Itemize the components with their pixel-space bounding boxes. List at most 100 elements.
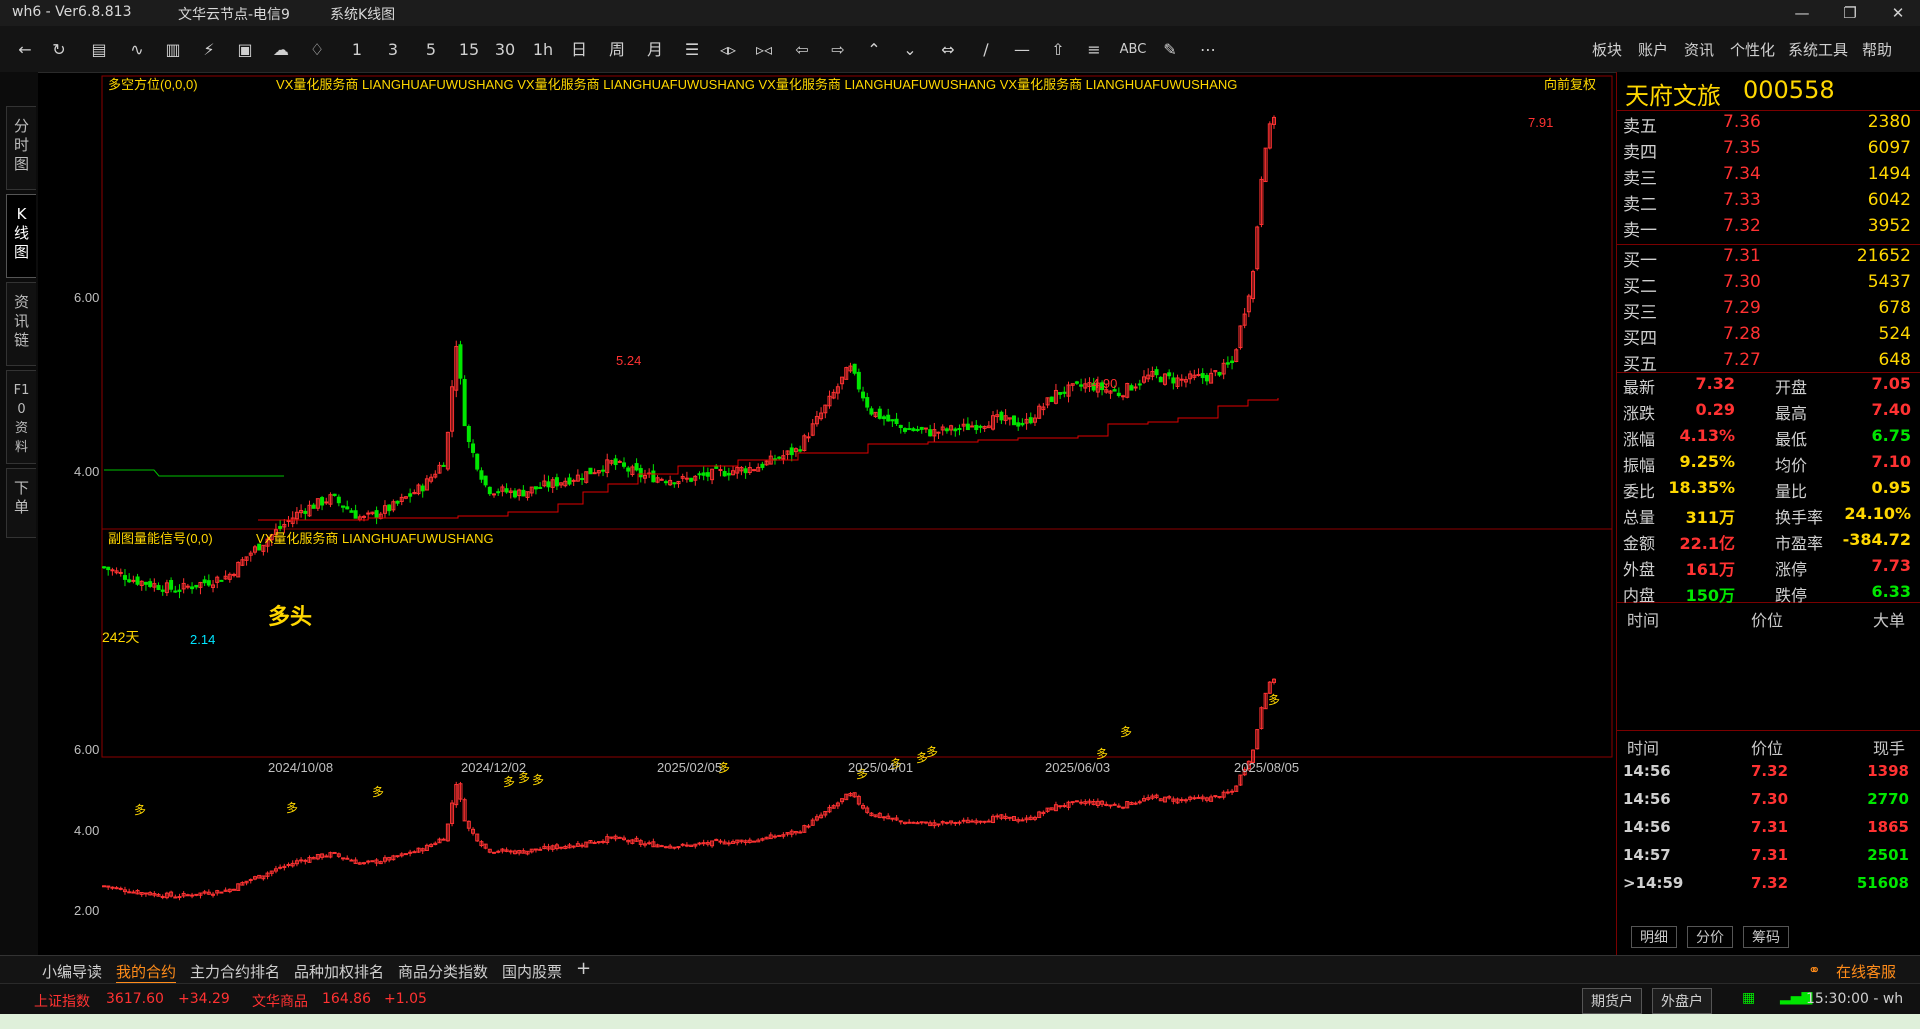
period-day[interactable]: 日 [566,38,592,62]
close-icon[interactable]: ✕ [1880,2,1916,24]
subtab-chips[interactable]: 筹码 [1743,926,1789,948]
sub-candle-body [160,896,165,899]
tab-main-ranking[interactable]: 主力合约排名 [190,961,280,982]
home-icon[interactable]: ⇧ [1046,38,1070,62]
zoom-out-icon[interactable]: ▹◃ [752,38,776,62]
arrow-down-icon[interactable]: ⌄ [898,38,922,62]
menu-system-tools[interactable]: 系统工具 [1788,39,1848,60]
period-30[interactable]: 30 [490,38,520,62]
text-tool-icon[interactable]: ≡ [1082,38,1106,62]
menu-news[interactable]: 资讯 [1684,39,1714,60]
screen-icon[interactable]: ▣ [232,38,258,62]
main-indicator-label[interactable]: 多空方位(0,0,0) [108,77,198,92]
period-3[interactable]: 3 [382,38,404,62]
cloud-icon[interactable]: ☁ [268,38,294,62]
period-1h[interactable]: 1h [528,38,558,62]
candle-body [760,463,765,468]
crosshair-icon[interactable]: ⇔ [934,38,962,62]
arrow-left-icon[interactable]: ⇦ [790,38,814,62]
tab-kline[interactable]: K线图 [6,194,36,278]
candle-body [882,416,886,420]
main-ytick-600: 6.00 [74,290,99,305]
period-5[interactable]: 5 [420,38,442,62]
tab-my-contracts[interactable]: 我的合约 [116,961,177,984]
ask-price[interactable]: 7.34 [1723,164,1761,184]
ask-price[interactable]: 7.32 [1723,216,1761,236]
foreign-account-button[interactable]: 外盘户 [1652,988,1712,1014]
sub-indicator-label[interactable]: 副图量能信号(0,0) [108,531,213,546]
period-1[interactable]: 1 [346,38,368,62]
candle-body [1171,377,1176,384]
more-icon[interactable]: ⋯ [1196,38,1220,62]
candle-body [127,579,132,583]
kline-chart[interactable]: 多多多多多多多多多多多多多多 多空方位(0,0,0) VX量化服务商 LIANG… [38,72,1616,960]
candle-body [953,428,958,432]
sub-candle-body [957,821,962,824]
headset-icon[interactable]: ⚭ [1808,961,1821,979]
tab-order[interactable]: 下单 [6,468,36,538]
bid-price[interactable]: 7.29 [1723,298,1761,318]
adjust-label[interactable]: 向前复权 [1544,77,1596,92]
candle-body [915,428,920,432]
draw-line-icon[interactable]: ∕ [974,38,998,62]
tick-volume: 2770 [1867,790,1909,808]
tab-editor-guide[interactable]: 小编导读 [42,961,102,982]
arrow-up-icon[interactable]: ⌃ [862,38,886,62]
bid-price[interactable]: 7.30 [1723,272,1761,292]
sub-candle-body [923,821,928,824]
sub-candle-body [684,844,689,847]
self-icon[interactable]: ☰ [680,38,704,62]
bid-price[interactable]: 7.31 [1723,246,1761,266]
restore-icon[interactable]: ❐ [1832,2,1868,24]
menu-help[interactable]: 帮助 [1862,39,1892,60]
zoom-in-icon[interactable]: ◃▹ [716,38,740,62]
index1-name[interactable]: 上证指数 [34,991,90,1011]
candle-body [512,490,517,498]
back-icon[interactable]: ← [12,38,38,62]
period-15[interactable]: 15 [454,38,484,62]
tab-domestic-stocks[interactable]: 国内股票 [502,961,562,982]
chart-canvas[interactable]: 多多多多多多多 多多 多多 多多多 多空方位(0,0,0) VX量化服务商 LIANG… [38,72,1616,960]
stat-value: 7.40 [1871,400,1911,419]
period-week[interactable]: 周 [604,38,630,62]
tab-commodity-index[interactable]: 商品分类指数 [398,961,488,982]
index2-name[interactable]: 文华商品 [252,991,308,1011]
ask-price[interactable]: 7.35 [1723,138,1761,158]
subtab-detail[interactable]: 明细 [1631,926,1677,948]
ask-price[interactable]: 7.36 [1723,112,1761,132]
signal-icon[interactable]: ⚡ [196,38,222,62]
minimize-icon[interactable]: — [1784,2,1820,24]
bid-price[interactable]: 7.27 [1723,350,1761,370]
sub-candle-body [1108,804,1113,807]
bell-icon[interactable]: ♢ [304,38,330,62]
candle-body [1129,385,1134,391]
tab-weighted-ranking[interactable]: 品种加权排名 [294,961,384,982]
add-tab-button[interactable]: + [576,958,591,979]
abc-icon[interactable]: ABC [1118,38,1148,62]
refresh-icon[interactable]: ↻ [46,38,72,62]
online-service-link[interactable]: 在线客服 [1836,961,1896,982]
sub-candle-body [944,821,949,824]
candle-body [919,426,924,430]
pen-icon[interactable]: ✎ [1158,38,1182,62]
line-chart-icon[interactable]: ∿ [124,38,150,62]
table-icon[interactable]: ▤ [86,38,112,62]
ask-price[interactable]: 7.33 [1723,190,1761,210]
bid-price[interactable]: 7.28 [1723,324,1761,344]
candle-body [617,460,622,463]
tab-news-chain[interactable]: 资讯链 [6,282,36,366]
menu-personalize[interactable]: 个性化 [1730,39,1775,60]
stat-label: 最低 [1775,430,1808,449]
menu-sector[interactable]: 板块 [1592,39,1622,60]
menu-account[interactable]: 账户 [1638,39,1668,60]
tab-timeshare[interactable]: 分时图 [6,106,36,190]
hline-icon[interactable]: — [1010,38,1034,62]
candle-icon[interactable]: ▥ [160,38,186,62]
arrow-right-icon[interactable]: ⇨ [826,38,850,62]
tab-news-chain-label: 资讯链 [13,293,29,349]
stat-label: 市盈率 [1775,534,1824,553]
subtab-price[interactable]: 分价 [1687,926,1733,948]
tab-f10[interactable]: F10资料 [6,370,36,464]
futures-account-button[interactable]: 期货户 [1582,988,1642,1014]
period-month[interactable]: 月 [642,38,668,62]
